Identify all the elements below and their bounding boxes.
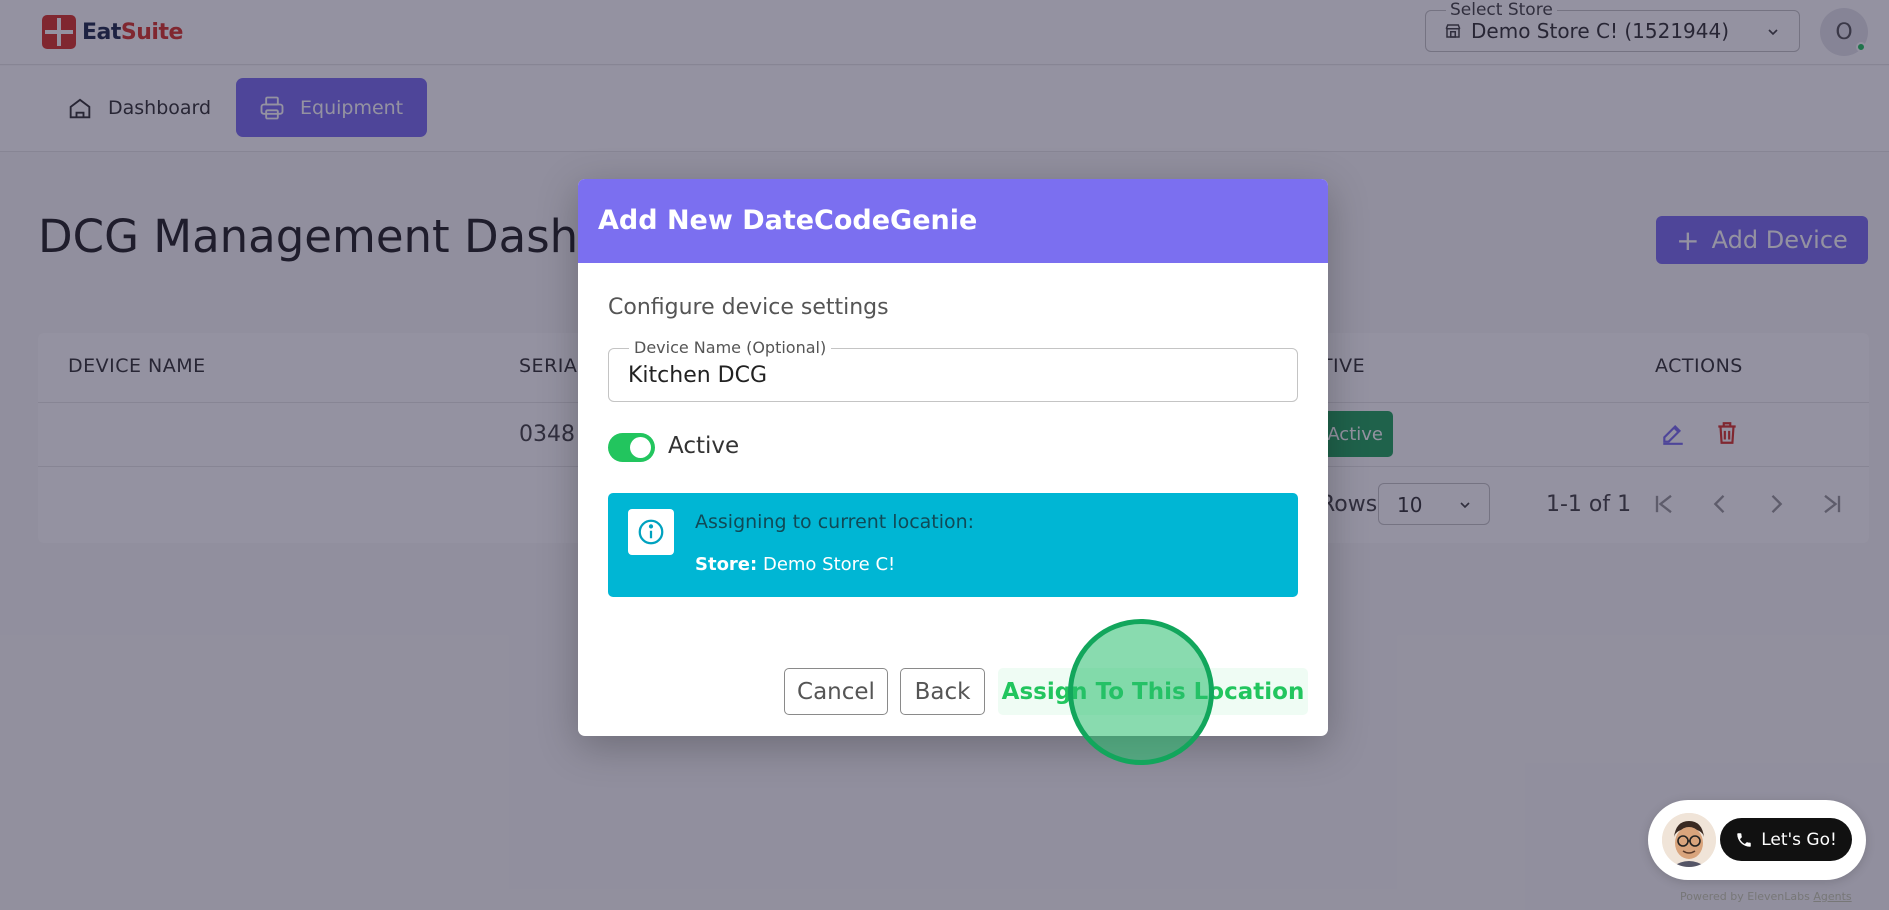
location-info-alert: Assigning to current location: Store: De…: [608, 493, 1298, 597]
powered-by-text: Powered by ElevenLabs: [1680, 890, 1810, 903]
powered-by-footer: Powered by ElevenLabs Agents: [1680, 890, 1852, 903]
info-store-value: Demo Store C!: [762, 554, 896, 575]
dialog-title: Add New DateCodeGenie: [598, 205, 978, 236]
info-message: Assigning to current location:: [695, 511, 975, 533]
phone-icon: [1737, 832, 1751, 847]
info-store-key: Store:: [695, 554, 758, 575]
voice-agent-widget: Let's Go!: [1648, 800, 1866, 880]
agent-avatar: [1662, 813, 1716, 867]
agent-face-icon: [1662, 813, 1716, 867]
cancel-button[interactable]: Cancel: [784, 668, 888, 715]
info-icon: [638, 519, 664, 545]
active-toggle[interactable]: [608, 433, 655, 462]
add-device-dialog: Add New DateCodeGenie Configure device s…: [578, 179, 1328, 736]
info-store-line: Store: Demo Store C!: [695, 554, 895, 575]
active-toggle-label: Active: [668, 433, 740, 459]
dialog-header: Add New DateCodeGenie: [578, 179, 1328, 263]
dialog-subtitle: Configure device settings: [608, 295, 889, 320]
device-name-label: Device Name (Optional): [629, 339, 832, 357]
back-button[interactable]: Back: [900, 668, 985, 715]
click-indicator: [1068, 619, 1214, 765]
device-name-field: Device Name (Optional): [608, 339, 1298, 402]
lets-go-label: Let's Go!: [1761, 829, 1837, 850]
powered-by-link[interactable]: Agents: [1813, 890, 1851, 903]
info-icon-box: [628, 509, 674, 555]
device-name-input[interactable]: [628, 359, 1268, 391]
lets-go-button[interactable]: Let's Go!: [1720, 818, 1852, 861]
toggle-knob: [630, 437, 651, 458]
